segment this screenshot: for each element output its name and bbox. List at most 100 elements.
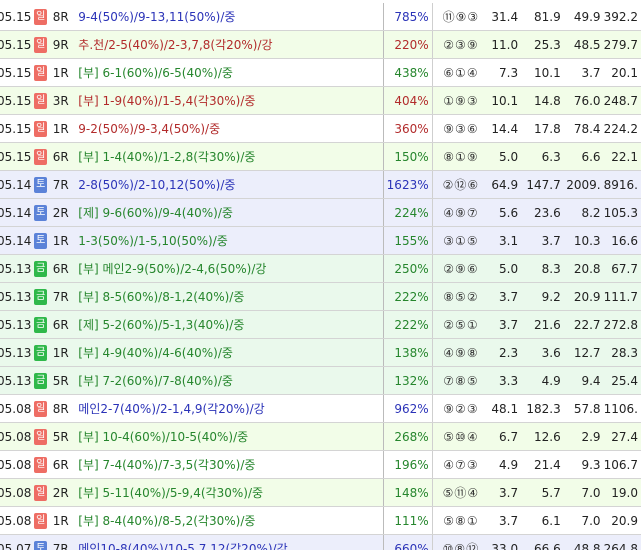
weekday-badge: 토	[34, 232, 48, 249]
odds-2: 182.3	[521, 394, 564, 423]
weekday-cell: 일	[32, 58, 49, 87]
bet-link[interactable]: 2-8(50%)/2-10,12(50%)/중	[74, 170, 384, 199]
table-row: 05.15 일 9R 추.천/2-5(40%)/2-3,7,8(각20%)/강 220%…	[0, 30, 641, 59]
odds-3: 20.9	[563, 282, 604, 311]
return-rate: 1623%	[383, 170, 433, 199]
odds-3: 76.0	[563, 86, 604, 115]
weekday-cell: 토	[32, 534, 49, 550]
bet-link[interactable]: [부] 10-4(60%)/10-5(40%)/중	[74, 422, 384, 451]
weekday-badge: 토	[34, 176, 48, 193]
odds-2: 25.3	[521, 30, 564, 59]
odds-3: 57.8	[563, 394, 604, 423]
race-number: 6R	[48, 254, 75, 283]
return-rate: 250%	[383, 254, 433, 283]
odds-2: 17.8	[521, 114, 564, 143]
weekday-cell: 금	[32, 338, 49, 367]
odds-4: 392.2	[603, 3, 641, 31]
race-date: 05.08	[0, 450, 33, 479]
odds-2: 81.9	[521, 3, 564, 31]
odds-1: 5.0	[489, 254, 522, 283]
weekday-badge: 일	[34, 400, 48, 417]
bet-link[interactable]: [부] 8-5(60%)/8-1,2(40%)/중	[74, 282, 384, 311]
result-order: ④⑨⑧	[432, 338, 490, 367]
race-date: 05.08	[0, 394, 33, 423]
bet-link[interactable]: [부] 7-4(40%)/7-3,5(각30%)/중	[74, 450, 384, 479]
race-number: 2R	[48, 198, 75, 227]
race-number: 2R	[48, 478, 75, 507]
odds-1: 6.7	[489, 422, 522, 451]
race-date: 05.15	[0, 142, 33, 171]
odds-3: 20.8	[563, 254, 604, 283]
odds-1: 3.7	[489, 506, 522, 535]
weekday-cell: 금	[32, 310, 49, 339]
odds-3: 12.7	[563, 338, 604, 367]
odds-2: 21.6	[521, 310, 564, 339]
return-rate: 962%	[383, 394, 433, 423]
odds-4: 248.7	[603, 86, 641, 115]
odds-4: 20.1	[603, 58, 641, 87]
weekday-cell: 일	[32, 30, 49, 59]
bet-link[interactable]: [부] 1-9(40%)/1-5,4(각30%)/중	[74, 86, 384, 115]
result-order: ⑤⑧①	[432, 506, 490, 535]
return-rate: 404%	[383, 86, 433, 115]
bet-link[interactable]: 메인10-8(40%)/10-5,7,12(각20%)/강	[74, 534, 384, 550]
odds-2: 66.6	[521, 534, 564, 550]
return-rate: 224%	[383, 198, 433, 227]
bet-link[interactable]: [부] 1-4(40%)/1-2,8(각30%)/중	[74, 142, 384, 171]
weekday-badge: 토	[34, 540, 48, 550]
race-date: 05.15	[0, 30, 33, 59]
odds-1: 3.7	[489, 282, 522, 311]
bet-link[interactable]: [부] 4-9(40%)/4-6(40%)/중	[74, 338, 384, 367]
table-row: 05.15 일 6R [부] 1-4(40%)/1-2,8(각30%)/중 150% ⑧①…	[0, 142, 641, 171]
return-rate: 111%	[383, 506, 433, 535]
bet-link[interactable]: 1-3(50%)/1-5,10(50%)/중	[74, 226, 384, 255]
bet-link[interactable]: 9-2(50%)/9-3,4(50%)/중	[74, 114, 384, 143]
race-number: 1R	[48, 506, 75, 535]
weekday-badge: 금	[34, 344, 48, 361]
weekday-cell: 일	[32, 114, 49, 143]
odds-4: 106.7	[603, 450, 641, 479]
race-number: 9R	[48, 30, 75, 59]
bet-link[interactable]: [부] 8-4(40%)/8-5,2(각30%)/중	[74, 506, 384, 535]
odds-2: 23.6	[521, 198, 564, 227]
bet-link[interactable]: [부] 5-11(40%)/5-9,4(각30%)/중	[74, 478, 384, 507]
race-number: 7R	[48, 170, 75, 199]
odds-2: 3.6	[521, 338, 564, 367]
weekday-badge: 금	[34, 288, 48, 305]
race-date: 05.13	[0, 310, 33, 339]
odds-4: 20.9	[603, 506, 641, 535]
bet-link[interactable]: [부] 6-1(60%)/6-5(40%)/중	[74, 58, 384, 87]
table-row: 05.14 토 7R 2-8(50%)/2-10,12(50%)/중 1623% ②⑫⑥ 6…	[0, 170, 641, 199]
odds-4: 19.0	[603, 478, 641, 507]
weekday-badge: 금	[34, 372, 48, 389]
odds-2: 5.7	[521, 478, 564, 507]
table-row: 05.15 일 1R 9-2(50%)/9-3,4(50%)/중 360% ⑨③⑥ 14.4…	[0, 114, 641, 143]
bet-link[interactable]: 추.천/2-5(40%)/2-3,7,8(각20%)/강	[74, 30, 384, 59]
odds-1: 10.1	[489, 86, 522, 115]
odds-3: 8.2	[563, 198, 604, 227]
odds-1: 3.7	[489, 478, 522, 507]
odds-3: 48.5	[563, 30, 604, 59]
bet-link[interactable]: 9-4(50%)/9-13,11(50%)/중	[74, 3, 384, 31]
race-number: 8R	[48, 394, 75, 423]
odds-2: 12.6	[521, 422, 564, 451]
odds-4: 16.6	[603, 226, 641, 255]
bet-link[interactable]: [부] 7-2(60%)/7-8(40%)/중	[74, 366, 384, 395]
odds-3: 9.3	[563, 450, 604, 479]
race-date: 05.13	[0, 366, 33, 395]
race-date: 05.08	[0, 506, 33, 535]
bet-link[interactable]: [제] 9-6(60%)/9-4(40%)/중	[74, 198, 384, 227]
result-order: ④⑦③	[432, 450, 490, 479]
result-order: ⑨③⑥	[432, 114, 490, 143]
odds-4: 22.1	[603, 142, 641, 171]
odds-1: 5.0	[489, 142, 522, 171]
race-number: 5R	[48, 366, 75, 395]
table-row: 05.08 일 1R [부] 8-4(40%)/8-5,2(각30%)/중 111% ⑤⑧…	[0, 506, 641, 535]
weekday-cell: 일	[32, 478, 49, 507]
bet-link[interactable]: 메인2-7(40%)/2-1,4,9(각20%)/강	[74, 394, 384, 423]
bet-link[interactable]: [제] 5-2(60%)/5-1,3(40%)/중	[74, 310, 384, 339]
table-row: 05.14 토 1R 1-3(50%)/1-5,10(50%)/중 155% ③①⑤ 3.1…	[0, 226, 641, 255]
return-rate: 438%	[383, 58, 433, 87]
bet-link[interactable]: [부] 메인2-9(50%)/2-4,6(50%)/강	[74, 254, 384, 283]
weekday-badge: 일	[34, 36, 48, 53]
